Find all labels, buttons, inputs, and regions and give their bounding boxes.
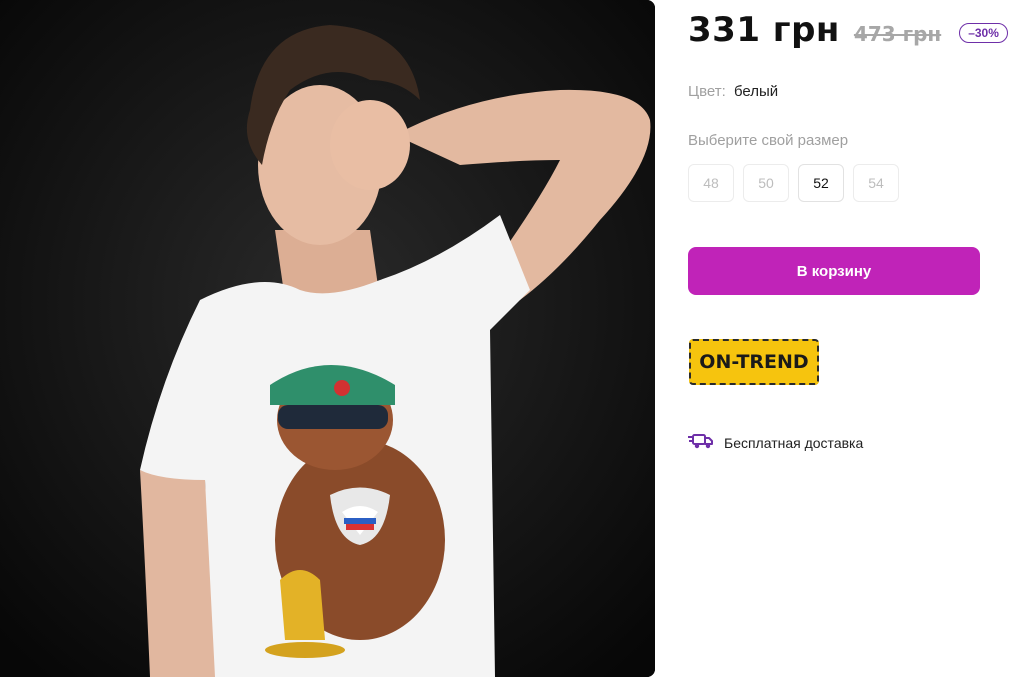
discount-badge: –30%: [959, 23, 1008, 43]
price-row: 331 грн 473 грн –30%: [688, 10, 1008, 50]
size-option-50[interactable]: 50: [743, 164, 789, 202]
size-option-48[interactable]: 48: [688, 164, 734, 202]
size-option-54[interactable]: 54: [853, 164, 899, 202]
size-label: Выберите свой размер: [688, 132, 849, 149]
size-option-52[interactable]: 52: [798, 164, 844, 202]
delivery-truck-icon: [688, 432, 714, 453]
product-info-panel: 331 грн 473 грн –30% Цвет: белый Выберит…: [688, 0, 1008, 677]
color-row: Цвет: белый: [688, 83, 778, 100]
product-image: [0, 0, 655, 677]
color-label: Цвет:: [688, 83, 726, 100]
delivery-text: Бесплатная доставка: [724, 434, 864, 451]
old-price: 473 грн: [853, 22, 942, 46]
current-price: 331 грн: [688, 10, 840, 50]
color-value: белый: [733, 83, 779, 100]
size-selector: 48 50 52 54: [688, 164, 899, 202]
product-photo[interactable]: [0, 0, 655, 677]
add-to-cart-button[interactable]: В корзину: [688, 247, 980, 295]
free-delivery: Бесплатная доставка: [688, 432, 863, 453]
on-trend-badge: ON-TREND: [689, 339, 819, 385]
